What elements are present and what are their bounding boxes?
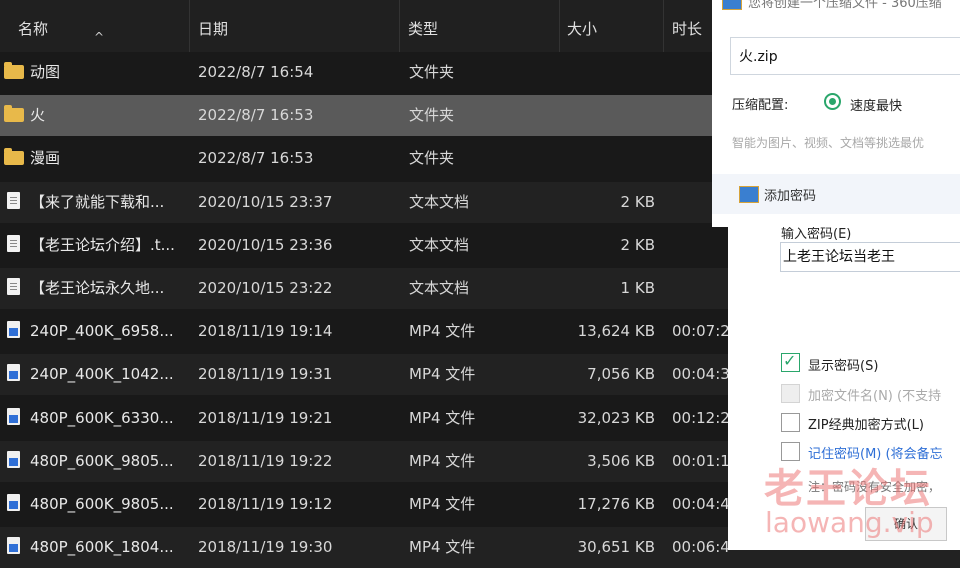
compress-dialog: 您将创建一个压缩文件 - 360压缩 火.zip 压缩配置: 速度最快 智能为图… xyxy=(712,0,960,227)
file-date: 2022/8/7 16:53 xyxy=(198,106,314,125)
file-type: MP4 文件 xyxy=(409,408,476,427)
file-name: 【老王论坛永久地... xyxy=(30,279,165,297)
file-size: 13,624 KB xyxy=(577,322,655,341)
file-date: 2022/8/7 16:54 xyxy=(198,63,314,81)
show-password-checkbox[interactable] xyxy=(781,351,800,372)
file-size xyxy=(560,52,655,93)
file-size: 30,651 KB xyxy=(577,538,655,557)
file-name: 【来了就能下载和... xyxy=(30,192,165,211)
column-header-type[interactable]: 类型 xyxy=(399,0,560,52)
column-header-date[interactable]: 日期 xyxy=(189,0,400,52)
video-file-icon xyxy=(7,494,20,511)
text-file-icon xyxy=(7,234,20,252)
file-type: MP4 文件 xyxy=(409,495,476,513)
file-size: 1 KB xyxy=(620,279,655,297)
file-duration: 00:01:1 xyxy=(672,451,730,470)
file-name: 480P_600K_1804... xyxy=(30,538,174,557)
file-date: 2018/11/19 19:14 xyxy=(198,322,333,341)
file-name: 480P_600K_6330... xyxy=(30,408,174,427)
zip-classic-label[interactable]: ZIP经典加密方式(L) xyxy=(808,414,924,433)
file-duration: 00:06:4 xyxy=(672,538,730,557)
file-duration: 00:04:3 xyxy=(672,365,730,384)
file-type: 文本文档 xyxy=(409,235,470,254)
archive-icon xyxy=(722,0,742,10)
folder-icon xyxy=(4,148,24,166)
file-name: 动图 xyxy=(30,63,61,81)
file-name: 480P_600K_9805... xyxy=(30,495,174,513)
zip-classic-checkbox[interactable] xyxy=(781,413,800,432)
text-file-icon xyxy=(7,278,20,295)
file-type: 文件夹 xyxy=(409,63,455,81)
password-label: 输入密码(E) xyxy=(781,227,852,242)
file-size: 17,276 KB xyxy=(577,495,655,513)
show-password-label[interactable]: 显示密码(S) xyxy=(808,355,878,374)
column-header-name[interactable]: ^ 名称 xyxy=(0,0,190,52)
video-file-icon xyxy=(7,450,20,468)
video-file-icon xyxy=(7,364,20,382)
dialog-title: 您将创建一个压缩文件 - 360压缩 xyxy=(748,0,942,11)
file-size: 2 KB xyxy=(620,192,655,211)
column-header-size[interactable]: 大小 xyxy=(559,0,664,52)
password-input[interactable]: 上老王论坛当老王 xyxy=(780,242,960,272)
file-date: 2018/11/19 19:31 xyxy=(198,365,333,384)
file-date: 2018/11/19 19:22 xyxy=(198,451,333,470)
file-name: 漫画 xyxy=(30,149,61,168)
folder-icon xyxy=(4,105,24,123)
encrypt-filename-label: 加密文件名(N) (不支持 xyxy=(808,389,942,404)
file-date: 2022/8/7 16:53 xyxy=(198,149,314,168)
file-duration xyxy=(672,225,732,266)
file-date: 2020/10/15 23:22 xyxy=(198,279,333,297)
file-type: MP4 文件 xyxy=(409,451,476,470)
file-date: 2018/11/19 19:30 xyxy=(198,538,333,557)
file-date: 2018/11/19 19:12 xyxy=(198,495,333,513)
video-file-icon xyxy=(7,537,20,555)
folder-icon xyxy=(4,62,24,79)
file-size xyxy=(560,95,655,136)
video-file-icon xyxy=(7,407,20,425)
encrypt-filename-checkbox xyxy=(781,384,800,403)
video-file-icon xyxy=(7,321,20,339)
file-duration xyxy=(672,268,732,309)
file-duration: 00:07:2 xyxy=(672,322,730,341)
file-size xyxy=(560,138,655,179)
file-duration: 00:04:4 xyxy=(672,495,730,513)
file-name: 【老王论坛介绍】.t... xyxy=(30,235,175,254)
speed-fastest-radio[interactable] xyxy=(824,93,841,110)
file-name: 480P_600K_9805... xyxy=(30,451,174,470)
compress-config-label: 压缩配置: xyxy=(732,98,789,113)
file-name: 火 xyxy=(30,106,46,125)
file-type: MP4 文件 xyxy=(409,538,476,557)
archive-filename-input[interactable]: 火.zip xyxy=(730,37,960,75)
file-type: 文本文档 xyxy=(409,192,470,211)
compress-hint: 智能为图片、视频、文档等挑选最优 xyxy=(732,136,925,150)
file-type: MP4 文件 xyxy=(409,322,476,341)
file-type: 文本文档 xyxy=(409,279,470,297)
file-date: 2020/10/15 23:37 xyxy=(198,192,333,211)
file-type: 文件夹 xyxy=(409,106,455,125)
file-name: 240P_400K_6958... xyxy=(30,322,174,341)
file-date: 2018/11/19 19:21 xyxy=(198,408,333,427)
add-password-label[interactable]: 添加密码 xyxy=(764,185,816,204)
file-size: 2 KB xyxy=(620,235,655,254)
file-size: 3,506 KB xyxy=(587,451,655,470)
file-size: 7,056 KB xyxy=(587,365,655,384)
watermark-url: laowang.vip xyxy=(765,506,934,539)
file-duration: 00:12:2 xyxy=(672,408,730,427)
text-file-icon xyxy=(7,191,20,209)
file-name: 240P_400K_1042... xyxy=(30,365,174,384)
file-type: 文件夹 xyxy=(409,149,455,168)
file-date: 2020/10/15 23:36 xyxy=(198,235,333,254)
file-type: MP4 文件 xyxy=(409,365,476,384)
lock-archive-icon xyxy=(739,186,759,203)
compress-config-value[interactable]: 速度最快 xyxy=(850,95,902,114)
file-size: 32,023 KB xyxy=(577,408,655,427)
